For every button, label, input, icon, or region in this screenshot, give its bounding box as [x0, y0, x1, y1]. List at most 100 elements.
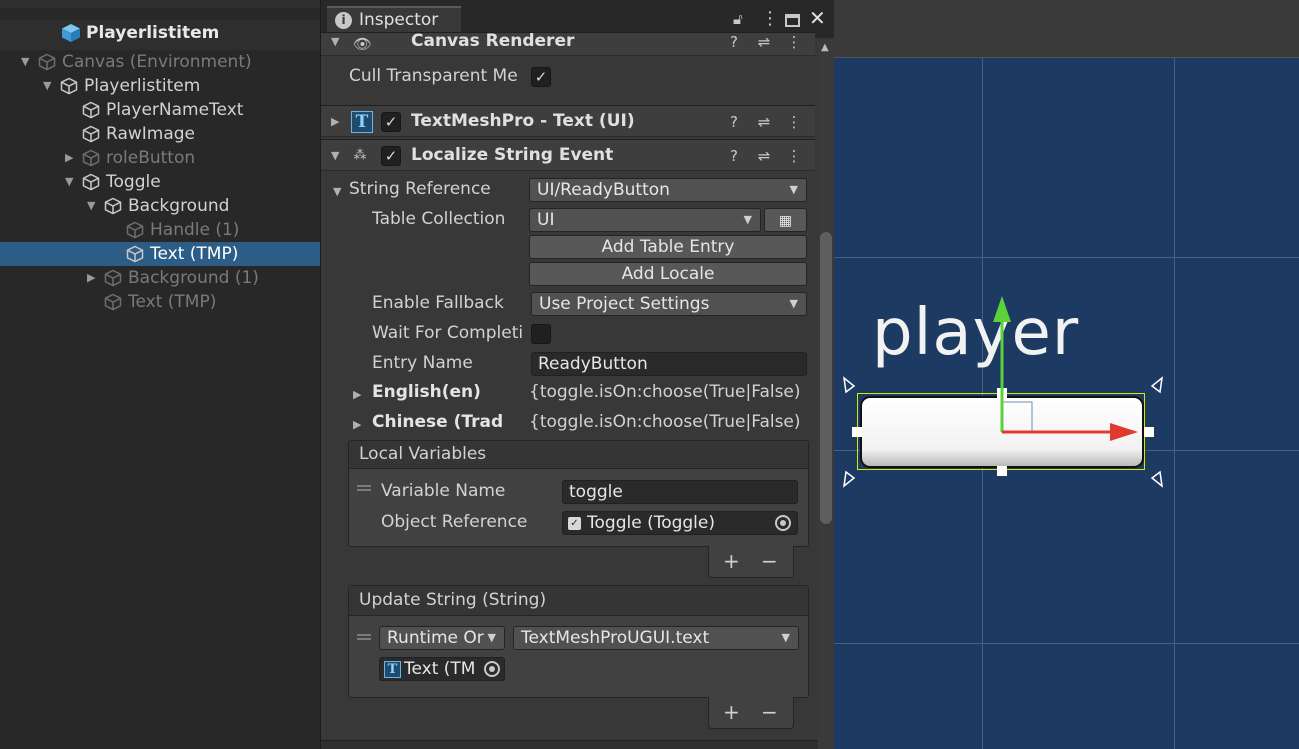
object-picker-icon[interactable] — [484, 661, 500, 677]
hierarchy-item[interactable]: Text (TMP) — [0, 290, 320, 314]
wait-for-completion-checkbox[interactable]: ✓ — [531, 324, 551, 344]
hierarchy-item[interactable]: ▼ Background — [0, 194, 320, 218]
preset-icon[interactable]: ⇌ — [755, 113, 773, 131]
locale-chinese-label[interactable]: Chinese (Trad — [372, 412, 528, 432]
target-object-field[interactable]: T Text (TM — [379, 657, 505, 681]
table-settings-button[interactable]: ▦ — [764, 208, 807, 232]
hierarchy-item-label: Handle (1) — [150, 220, 240, 240]
enable-fallback-dropdown[interactable]: Use Project Settings ▼ — [531, 292, 807, 316]
add-locale-button[interactable]: Add Locale — [529, 262, 807, 286]
hierarchy-item[interactable]: ▶ roleButton — [0, 146, 320, 170]
help-icon[interactable]: ? — [725, 113, 743, 131]
hierarchy-item-label: Toggle — [106, 172, 161, 192]
fold-arrow-right-icon[interactable]: ▶ — [353, 388, 361, 401]
chevron-down-icon: ▼ — [789, 183, 798, 196]
gameobject-cube-icon — [126, 221, 144, 239]
close-icon[interactable]: ✕ — [809, 6, 826, 30]
textmeshpro-icon: T — [351, 111, 373, 133]
chevron-down-icon: ▼ — [781, 631, 790, 644]
more-vertical-icon[interactable]: ⋮ — [761, 8, 779, 29]
enable-fallback-value: Use Project Settings — [539, 294, 710, 314]
inspector-scrollbar-thumb[interactable] — [820, 232, 832, 524]
fold-arrow-down-icon[interactable]: ▼ — [87, 194, 95, 218]
gameobject-cube-icon — [104, 197, 122, 215]
object-picker-icon[interactable] — [775, 515, 791, 531]
localize-string-event-header[interactable]: ▼ ⁂ ✓ Localize String Event ? ⇌ ⋮ — [321, 139, 815, 171]
fold-arrow-right-icon[interactable]: ▶ — [65, 146, 73, 170]
fold-arrow-icon[interactable]: ▼ — [331, 35, 339, 48]
remove-listener-button[interactable]: − — [761, 700, 778, 724]
chevron-down-icon: ▼ — [789, 297, 798, 310]
hierarchy-item[interactable]: RawImage — [0, 122, 320, 146]
object-reference-field[interactable]: ✓ Toggle (Toggle) — [562, 511, 798, 535]
add-listener-button[interactable]: + — [723, 700, 740, 724]
scroll-up-arrow-icon[interactable]: ▲ — [821, 42, 829, 53]
drag-handle-icon[interactable] — [357, 634, 371, 636]
component-menu-icon[interactable]: ⋮ — [785, 147, 803, 165]
help-icon[interactable]: ? — [725, 147, 743, 165]
fold-arrow-down-icon[interactable]: ▼ — [331, 149, 339, 162]
textmeshpro-enabled-checkbox[interactable]: ✓ — [381, 112, 401, 132]
localize-enabled-checkbox[interactable]: ✓ — [381, 146, 401, 166]
inspector-panel: i Inspector 🔓︎ ⋮ ✕ ▼ 👁︎ Canvas Renderer … — [320, 0, 835, 749]
cull-transparent-checkbox[interactable]: ✓ — [531, 67, 551, 87]
hierarchy-item-label: RawImage — [106, 124, 196, 144]
add-variable-button[interactable]: + — [723, 549, 740, 573]
hierarchy-item[interactable]: ▼ Toggle — [0, 170, 320, 194]
variable-name-input[interactable]: toggle — [562, 480, 798, 504]
inspector-bottom-edge — [321, 740, 818, 749]
hierarchy-panel: Playerlistitem ▼ Canvas (Environment) ▼ Pla… — [0, 0, 320, 749]
hierarchy-item[interactable]: Text (TMP) — [0, 242, 320, 266]
hierarchy-toolbar — [0, 0, 320, 8]
component-menu-icon[interactable]: ⋮ — [785, 33, 803, 51]
textmeshpro-header[interactable]: ▶ T ✓ TextMeshPro - Text (UI) ? ⇌ ⋮ — [321, 105, 815, 137]
variable-name-label: Variable Name — [381, 481, 506, 501]
fold-arrow-down-icon[interactable]: ▼ — [333, 185, 341, 198]
fold-arrow-right-icon[interactable]: ▶ — [353, 418, 361, 431]
hierarchy-item[interactable]: ▼ Canvas (Environment) — [0, 50, 320, 74]
locale-english-value: {toggle.isOn:choose(True|False) — [529, 382, 801, 402]
fold-arrow-down-icon[interactable]: ▼ — [21, 50, 29, 74]
fold-arrow-right-icon[interactable]: ▶ — [331, 115, 339, 128]
fold-arrow-right-icon[interactable]: ▶ — [87, 266, 95, 290]
function-value: TextMeshProUGUI.text — [521, 628, 710, 648]
drag-handle-icon[interactable] — [357, 485, 371, 487]
help-icon[interactable]: ? — [725, 33, 743, 51]
canvas-renderer-header[interactable]: ▼ 👁︎ Canvas Renderer ? ⇌ ⋮ — [321, 32, 815, 56]
hierarchy-item-label: roleButton — [106, 148, 196, 168]
preset-icon[interactable]: ⇌ — [755, 33, 773, 51]
fold-arrow-down-icon[interactable]: ▼ — [65, 170, 73, 194]
localize-event-icon: ⁂ — [353, 148, 367, 163]
hierarchy-item[interactable]: ▼ Playerlistitem — [0, 74, 320, 98]
lock-icon[interactable]: 🔓︎ — [733, 10, 743, 28]
preset-icon[interactable]: ⇌ — [755, 147, 773, 165]
string-reference-value: UI/ReadyButton — [537, 180, 670, 200]
move-gizmo[interactable] — [834, 0, 1299, 749]
runtime-mode-dropdown[interactable]: Runtime Or ▼ — [379, 626, 505, 650]
fold-arrow-down-icon[interactable]: ▼ — [43, 74, 51, 98]
object-reference-label: Object Reference — [381, 512, 528, 532]
textmeshpro-title: TextMeshPro - Text (UI) — [411, 111, 635, 131]
hierarchy-item[interactable]: ▶ Background (1) — [0, 266, 320, 290]
canvas-renderer-title: Canvas Renderer — [411, 32, 575, 51]
hierarchy-root-header[interactable]: Playerlistitem — [0, 20, 320, 50]
runtime-mode-value: Runtime Or — [387, 628, 484, 648]
hierarchy-item[interactable]: Handle (1) — [0, 218, 320, 242]
locale-english-label[interactable]: English(en) — [372, 382, 481, 402]
scene-view[interactable]: player — [834, 0, 1299, 749]
function-dropdown[interactable]: TextMeshProUGUI.text ▼ — [513, 626, 799, 650]
table-collection-dropdown[interactable]: UI ▼ — [529, 208, 761, 232]
cull-transparent-label: Cull Transparent Me — [349, 66, 518, 86]
string-reference-dropdown[interactable]: UI/ReadyButton ▼ — [529, 178, 807, 202]
maximize-icon[interactable] — [785, 14, 800, 27]
remove-variable-button[interactable]: − — [761, 549, 778, 573]
chevron-down-icon: ▼ — [743, 213, 752, 226]
localize-title: Localize String Event — [411, 145, 614, 165]
hierarchy-item[interactable]: PlayerNameText — [0, 98, 320, 122]
entry-name-input[interactable]: ReadyButton — [531, 352, 807, 376]
gameobject-cube-icon — [82, 125, 100, 143]
wait-for-completion-label: Wait For Completi — [372, 323, 524, 343]
add-table-entry-button[interactable]: Add Table Entry — [529, 235, 807, 259]
component-menu-icon[interactable]: ⋮ — [785, 113, 803, 131]
info-icon: i — [335, 12, 352, 29]
